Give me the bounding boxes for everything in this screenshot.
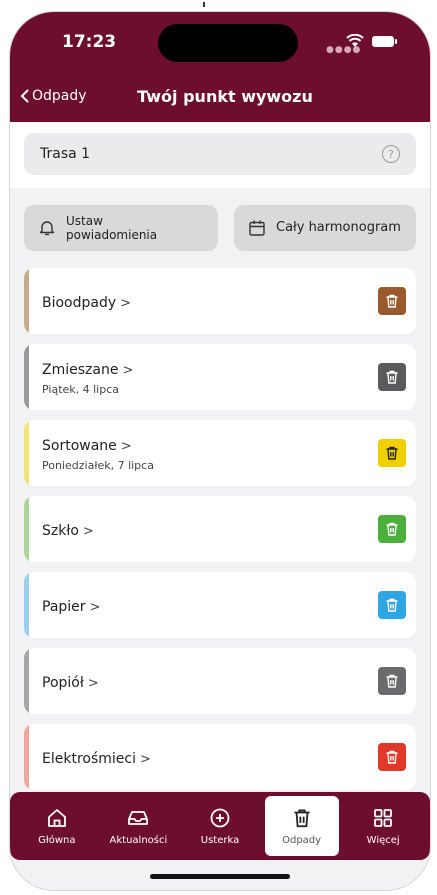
chevron-right-icon: >	[82, 523, 94, 539]
waste-card-text: Popiół >	[24, 672, 378, 691]
waste-color-stripe	[24, 724, 29, 790]
chevron-right-icon: >	[120, 438, 132, 454]
waste-color-stripe	[24, 268, 29, 334]
waste-name: Papier	[42, 598, 86, 615]
help-icon[interactable]: ?	[382, 145, 400, 163]
waste-list: Bioodpady > Zmieszane > Piątek, 4 lipca Sorto…	[24, 268, 416, 800]
tab-trash[interactable]: Odpady	[264, 796, 339, 856]
status-bar: 17:23 ●●●●	[10, 12, 430, 72]
waste-card[interactable]: Sortowane > Poniedziałek, 7 lipca	[24, 420, 416, 486]
bin-button[interactable]	[378, 515, 406, 543]
waste-color-stripe	[24, 496, 29, 562]
route-label: Trasa 1	[40, 146, 91, 162]
waste-card-text: Elektrośmieci >	[24, 748, 378, 767]
trash-icon	[386, 294, 398, 308]
waste-color-stripe	[24, 344, 29, 410]
waste-name: Elektrośmieci	[42, 750, 136, 767]
bin-button[interactable]	[378, 743, 406, 771]
chevron-right-icon: >	[122, 362, 134, 378]
tab-label: Główna	[38, 834, 76, 846]
waste-color-stripe	[24, 420, 29, 486]
tab-label: Odpady	[282, 834, 322, 846]
chevron-right-icon: >	[89, 599, 101, 615]
waste-color-stripe	[24, 648, 29, 714]
waste-name: Szkło	[42, 522, 79, 539]
tab-label: Więcej	[366, 834, 400, 846]
waste-name: Bioodpady	[42, 294, 117, 311]
tab-label: Aktualności	[109, 834, 168, 846]
calendar-icon	[249, 220, 265, 236]
dynamic-island	[158, 24, 298, 62]
bell-icon	[39, 221, 55, 236]
waste-card[interactable]: Zmieszane > Piątek, 4 lipca	[24, 344, 416, 410]
waste-card[interactable]: Papier >	[24, 572, 416, 638]
tab-grid[interactable]: Więcej	[346, 796, 420, 856]
chevron-right-icon: >	[87, 675, 99, 691]
wifi-icon	[346, 34, 364, 47]
trash-icon	[386, 522, 398, 536]
schedule-label: Cały harmonogram	[276, 220, 401, 235]
phone-screen: 17:23 ●●●● Odpady Twój punkt wywozu Tras…	[10, 12, 430, 890]
page-title: Twój punkt wywozu	[137, 87, 313, 106]
trash-icon	[386, 674, 398, 688]
tab-inbox[interactable]: Aktualności	[101, 796, 175, 856]
waste-card-text: Zmieszane > Piątek, 4 lipca	[24, 359, 378, 396]
waste-card[interactable]: Bioodpady >	[24, 268, 416, 334]
waste-color-stripe	[24, 572, 29, 638]
schedule-button[interactable]: Cały harmonogram	[234, 205, 416, 251]
route-bar: Trasa 1 ?	[10, 122, 430, 188]
waste-date: Piątek, 4 lipca	[42, 382, 120, 396]
waste-name: Zmieszane	[42, 361, 119, 378]
trash-icon	[386, 598, 398, 612]
waste-card-text: Bioodpady >	[24, 292, 378, 311]
waste-name: Popiół	[42, 674, 84, 691]
route-selector[interactable]: Trasa 1 ?	[24, 133, 416, 175]
notifications-label: Ustaw powiadomienia	[66, 214, 158, 242]
grid-icon	[374, 808, 393, 827]
trash-icon	[386, 370, 398, 384]
bin-button[interactable]	[378, 439, 406, 467]
bin-button[interactable]	[378, 591, 406, 619]
action-buttons: Ustaw powiadomienia Cały harmonogram	[24, 205, 416, 251]
trash-icon	[386, 446, 398, 460]
nav-bar: Odpady Twój punkt wywozu	[10, 72, 430, 122]
status-time: 17:23	[62, 32, 117, 52]
chevron-right-icon: >	[139, 751, 151, 767]
waste-card[interactable]: Elektrośmieci >	[24, 724, 416, 790]
bin-button[interactable]	[378, 363, 406, 391]
home-icon	[47, 808, 66, 827]
waste-date: Poniedziałek, 7 lipca	[42, 458, 154, 472]
tab-label: Usterka	[200, 834, 240, 846]
bin-button[interactable]	[378, 667, 406, 695]
waste-card[interactable]: Popiół >	[24, 648, 416, 714]
chevron-right-icon: >	[120, 295, 132, 311]
battery-icon	[372, 36, 397, 47]
waste-name: Sortowane	[42, 437, 117, 454]
top-marker	[203, 2, 205, 7]
tab-home[interactable]: Główna	[20, 796, 94, 856]
tab-plus-circle[interactable]: Usterka	[183, 796, 257, 856]
waste-card-text: Papier >	[24, 596, 378, 615]
waste-card[interactable]: Szkło >	[24, 496, 416, 562]
inbox-icon	[128, 810, 149, 825]
notifications-button[interactable]: Ustaw powiadomienia	[24, 205, 218, 251]
home-indicator	[150, 874, 290, 879]
tab-bar: Główna Aktualności Usterka Odpady Więcej	[10, 792, 430, 860]
trash-icon	[294, 809, 310, 827]
waste-card-text: Sortowane > Poniedziałek, 7 lipca	[24, 435, 378, 472]
trash-icon	[386, 750, 398, 764]
bin-button[interactable]	[378, 287, 406, 315]
waste-card-text: Szkło >	[24, 520, 378, 539]
content: Trasa 1 ? Ustaw powiadomienia Cały harmo…	[10, 122, 430, 890]
plus-circle-icon	[210, 808, 230, 827]
